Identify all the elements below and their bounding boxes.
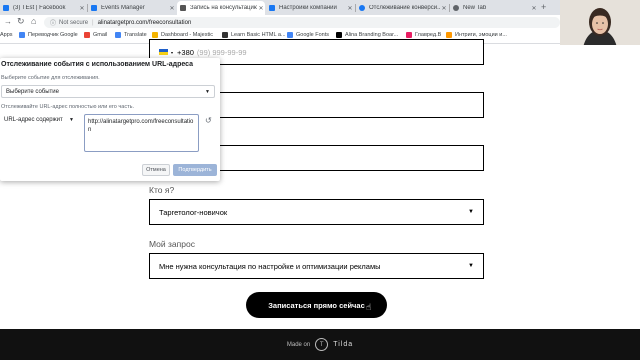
close-tab-icon[interactable]: ✕ <box>78 5 86 12</box>
forward-arrow-icon[interactable]: → <box>4 17 12 26</box>
chevron-down-icon: ▾ <box>171 49 174 55</box>
who-value: Таргетолог-новичок <box>159 207 228 217</box>
confirm-button-label: Подтвердить <box>178 167 212 173</box>
browser-toolbar: → ↻ ⌂ ⓘ Not secure | alinatargetpro.com/… <box>0 15 560 30</box>
tilda-footer: Made on T Tilda <box>0 329 640 360</box>
url-input[interactable]: http://alinatargetpro.com/freeconsultati… <box>84 114 199 152</box>
request-value: Мне нужна консультация по настройке и оп… <box>159 261 381 271</box>
url-condition-select[interactable]: URL-адрес содержит ▼ <box>0 113 78 126</box>
tab-label: Настройки компании <box>279 5 337 11</box>
tab-label: Events Manager <box>101 5 145 11</box>
bookmark-google-fonts[interactable]: Google Fonts <box>287 32 329 38</box>
bookmark-translate[interactable]: Translate <box>115 32 147 38</box>
tab-new-tab[interactable]: New Tab ✕ <box>450 1 538 15</box>
request-select[interactable]: Мне нужна консультация по настройке и оп… <box>149 253 484 279</box>
glavred-icon <box>406 32 412 38</box>
bookmark-intrigues[interactable]: Интриги, эмоции и... <box>446 32 507 38</box>
bookmark-apps[interactable]: Apps <box>0 32 13 38</box>
bookmark-glavred[interactable]: Главред.В <box>406 32 441 38</box>
bookmark-page-icon <box>446 32 452 38</box>
event-select-value: Выберите событие <box>6 88 59 95</box>
bookmark-label: Learn Basic HTML a... <box>231 32 286 38</box>
phone-placeholder: (99) 999-99-99 <box>196 47 247 57</box>
close-tab-icon[interactable]: ✕ <box>346 5 354 12</box>
bookmark-label: Переводчик Google <box>28 32 78 38</box>
tilda-logo-icon: T <box>315 338 329 351</box>
tab-conversion-tracking[interactable]: Отслеживание конверси... ✕ <box>356 1 448 15</box>
translate-icon <box>115 32 121 38</box>
bookmark-label: Главред.В <box>415 32 442 38</box>
dialog-title: Отслеживание события с использованием UR… <box>1 61 194 68</box>
bookmark-branding-board[interactable]: Alina Branding Boar... <box>336 32 398 38</box>
dropdown-arrow-icon: ▼ <box>69 116 74 123</box>
reload-icon[interactable]: ↻ <box>17 16 25 27</box>
submit-button-label: Записаться прямо сейчас <box>268 300 365 310</box>
cursor-pointer-icon: ☝ <box>366 302 372 312</box>
chrome-favicon-icon <box>453 5 459 11</box>
tilda-logo-letter: T <box>319 341 324 348</box>
track-url-text: Отслеживайте URL-адрес полностью или его… <box>1 104 134 110</box>
url-text: alinatargetpro.com/freeconsultation <box>97 19 192 26</box>
browser-tab-strip: (3) TEst | Facebook ✕ Events Manager ✕ З… <box>0 0 560 15</box>
dropdown-arrow-icon: ▼ <box>205 88 210 95</box>
reset-icon[interactable]: ↺ <box>205 116 212 125</box>
google-fonts-icon <box>287 32 293 38</box>
bookmark-majestic[interactable]: Dashboard - Majestic <box>152 32 213 38</box>
tab-label: Отслеживание конверси... <box>369 5 440 11</box>
bookmark-gmail[interactable]: Gmail <box>84 32 107 38</box>
close-tab-icon[interactable]: ✕ <box>257 5 265 12</box>
bookmark-label: Apps <box>0 32 13 38</box>
cancel-button-label: Отмена <box>146 167 166 173</box>
freecodecamp-icon <box>222 32 228 38</box>
bookmark-label: Gmail <box>93 32 108 38</box>
close-tab-icon[interactable]: ✕ <box>440 5 448 12</box>
tab-facebook[interactable]: (3) TEst | Facebook ✕ <box>0 1 86 15</box>
security-status: Not secure <box>59 19 89 26</box>
dropdown-arrow-icon: ▼ <box>468 263 474 269</box>
who-label: Кто я? <box>149 185 175 195</box>
bookmark-label: Alina Branding Boar... <box>345 32 399 38</box>
tilda-brand[interactable]: Tilda <box>333 341 353 348</box>
home-icon[interactable]: ⌂ <box>31 16 36 26</box>
translate-icon <box>19 32 25 38</box>
cancel-button[interactable]: Отмена <box>142 164 170 176</box>
bookmark-learn-html[interactable]: Learn Basic HTML a... <box>222 32 286 38</box>
gmail-icon <box>84 32 90 38</box>
close-tab-icon[interactable]: ✕ <box>168 5 176 12</box>
tab-company-settings[interactable]: Настройки компании ✕ <box>266 1 354 15</box>
bookmark-label: Google Fonts <box>296 32 330 38</box>
bookmark-label: Интриги, эмоции и... <box>455 32 507 38</box>
confirm-button[interactable]: Подтвердить <box>173 164 217 176</box>
bookmark-label: Dashboard - Majestic <box>161 32 213 38</box>
tab-consultation[interactable]: Запись на консультацию ✕ <box>177 1 265 15</box>
bookmark-google-translate[interactable]: Переводчик Google <box>19 32 78 38</box>
facebook-favicon-icon <box>269 5 275 11</box>
tab-label: New Tab <box>463 5 487 11</box>
facebook-favicon-icon <box>3 5 9 11</box>
bookmark-label: Translate <box>124 32 147 38</box>
dropdown-arrow-icon: ▼ <box>468 209 474 215</box>
facebook-favicon-icon <box>359 5 365 11</box>
phone-code: +380 <box>177 47 194 57</box>
who-select[interactable]: Таргетолог-новичок ▼ <box>149 199 484 225</box>
url-condition-value: URL-адрес содержит <box>4 116 63 123</box>
address-bar[interactable]: ⓘ Not secure | alinatargetpro.com/freeco… <box>44 17 560 28</box>
meta-favicon-icon <box>91 5 97 11</box>
close-tab-icon[interactable]: ✕ <box>530 5 538 12</box>
made-on-text: Made on <box>286 341 311 348</box>
tab-events-manager[interactable]: Events Manager ✕ <box>88 1 176 15</box>
tab-label: Запись на консультацию <box>190 5 257 11</box>
event-select[interactable]: Выберите событие ▼ <box>1 85 215 98</box>
tab-label: (3) TEst | Facebook <box>13 5 66 11</box>
pinterest-icon <box>336 32 342 38</box>
page-favicon-icon <box>180 5 186 11</box>
url-tracking-dialog: Отслеживание события с использованием UR… <box>0 58 220 181</box>
star-icon <box>152 32 158 38</box>
request-label: Мой запрос <box>149 239 195 249</box>
choose-event-text: Выберите событие для отслеживания. <box>1 75 100 81</box>
submit-button[interactable]: Записаться прямо сейчас ☝ <box>246 292 387 318</box>
warning-icon: ⓘ <box>50 21 57 27</box>
new-tab-plus-icon[interactable]: + <box>541 2 546 12</box>
ukraine-flag-icon <box>159 49 168 55</box>
